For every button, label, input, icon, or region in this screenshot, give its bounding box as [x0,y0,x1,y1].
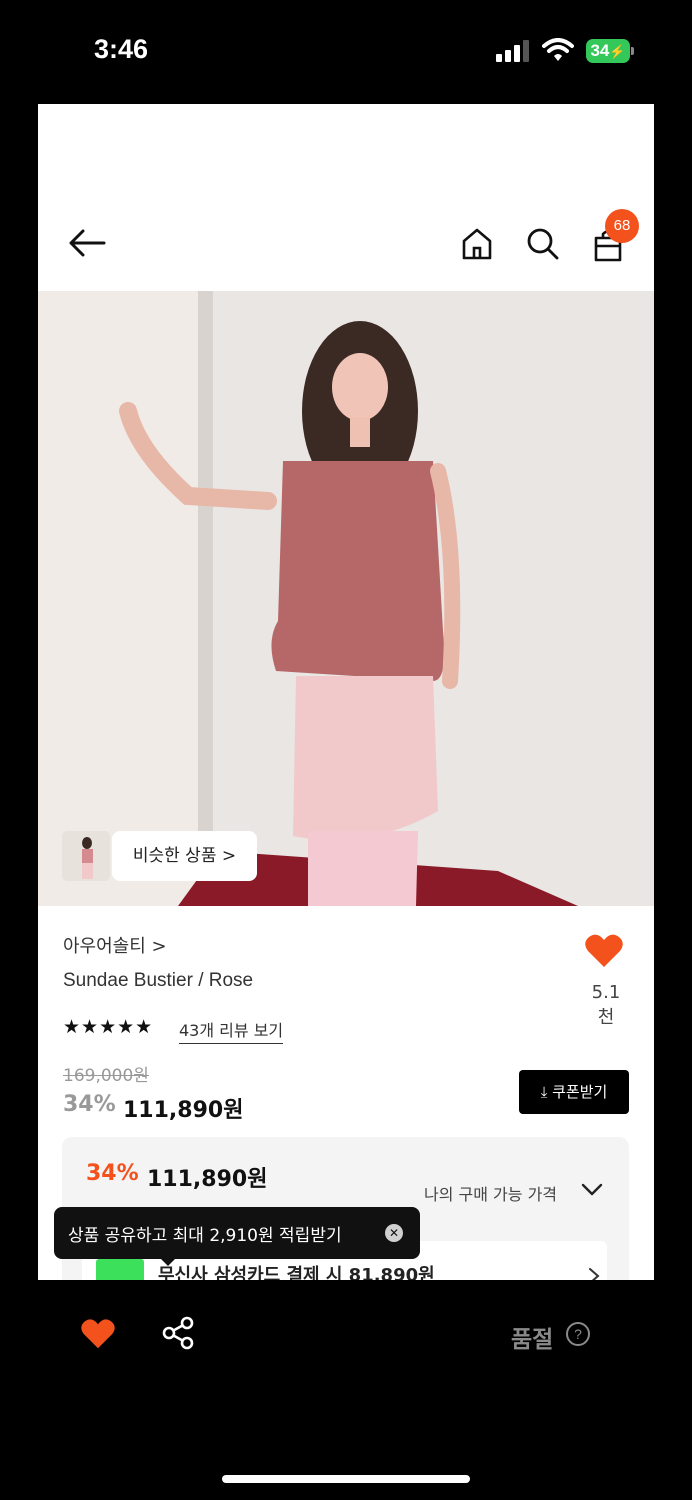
search-icon[interactable] [526,227,560,261]
cellular-signal-icon [496,40,529,62]
home-icon[interactable] [460,227,494,261]
my-price-value: 111,890원 [147,1167,268,1192]
similar-thumbnail[interactable] [62,831,110,881]
review-link[interactable]: 43개 리뷰 보기 [179,1017,284,1044]
app-screen: 68 비슷한 상품 > 아우어솔티 > Sundae Bustier / Ros… [38,104,654,1280]
card-offer-text: 무신사 삼성카드 결제 시 81,890원 [158,1265,435,1280]
battery-level: 34 [590,41,610,60]
battery-icon: 34⚡ [586,39,630,63]
soldout-label: 품절 [511,1327,554,1353]
share-reward-toast[interactable]: 상품 공유하고 최대 2,910원 적립받기 ✕ [54,1207,420,1259]
rating-stars: ★★★★★ [63,1016,154,1038]
similar-products-button[interactable]: 비슷한 상품 > [112,831,257,881]
product-title: Sundae Bustier / Rose [63,970,254,991]
toast-tail [160,1258,176,1266]
sale-price: 111,890원 [123,1098,244,1123]
status-time: 3:46 [94,34,149,64]
discount-rate: 34% [63,1092,116,1117]
card-logo-icon [96,1259,144,1280]
my-price-discount: 34% [86,1161,139,1186]
chevron-right-icon[interactable] [588,1267,600,1280]
product-photo[interactable] [38,291,654,906]
chevron-down-icon[interactable] [580,1181,604,1197]
help-icon[interactable]: ? [566,1322,590,1346]
coupon-button-label: 쿠폰받기 [552,1083,608,1101]
coupon-button[interactable]: ⤓ 쿠폰받기 [519,1070,629,1114]
like-heart-icon[interactable] [584,933,624,969]
home-indicator [222,1475,470,1483]
brand-link[interactable]: 아우어솔티 > [63,932,167,958]
like-count: 5.1천 [591,982,621,1028]
share-icon[interactable] [161,1316,195,1350]
wifi-icon [542,38,574,61]
original-price: 169,000원 [63,1066,149,1086]
toast-text: 상품 공유하고 최대 2,910원 적립받기 [68,1226,342,1246]
close-icon[interactable]: ✕ [385,1224,403,1242]
download-icon: ⤓ [540,1083,553,1101]
my-price-label[interactable]: 나의 구매 가능 가격 [424,1181,557,1205]
battery-nub [631,47,634,55]
wishlist-heart-icon[interactable] [80,1318,116,1350]
cart-count-badge: 68 [605,209,639,243]
back-arrow-icon[interactable] [68,228,108,258]
